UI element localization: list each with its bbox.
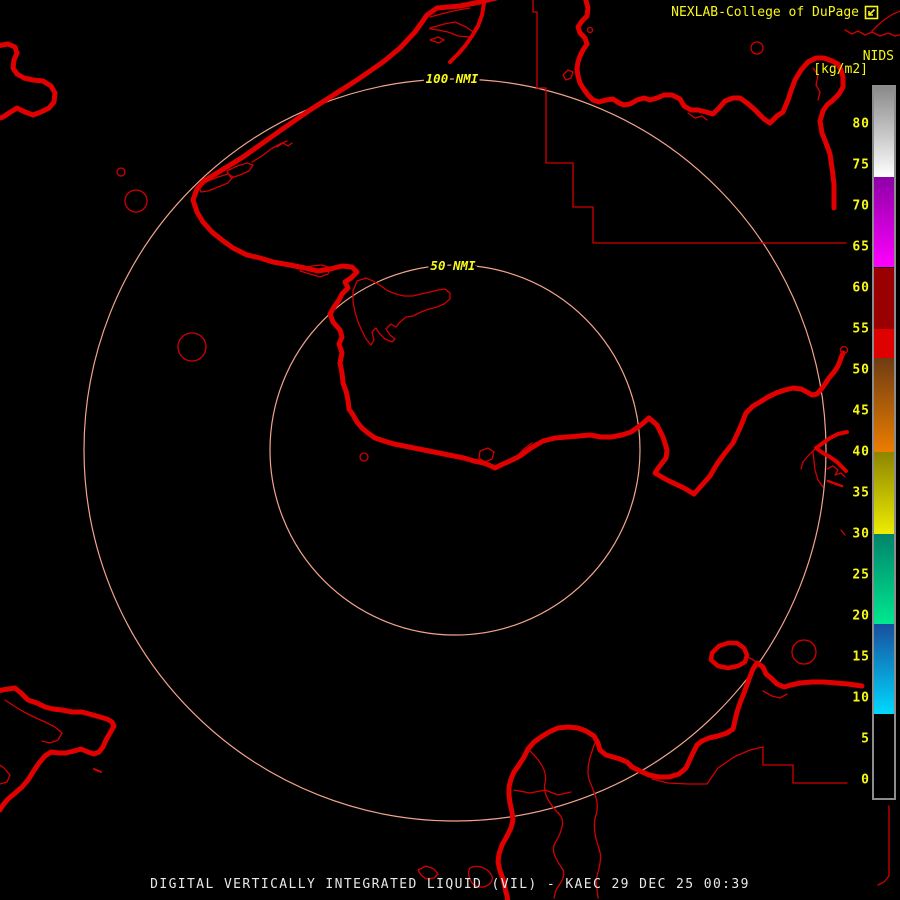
colorbar-tick-15: 15 — [852, 649, 870, 665]
colorbar-segment-51.5-55 — [874, 329, 894, 358]
colorbar-tick-35: 35 — [852, 485, 870, 501]
island-topleft — [0, 41, 58, 121]
colorbar-segment-19-30 — [874, 534, 894, 625]
coast-north — [574, 0, 846, 211]
ring-label-100-nmi: 100 NMI — [426, 71, 479, 86]
range-ring-50-nmi — [269, 264, 641, 636]
colorbar-segment-8-19 — [874, 624, 894, 715]
colorbar-segment-55-62.5 — [874, 267, 894, 329]
coast-spit-inner — [448, 0, 487, 64]
radar-map: 100 NMI 50 NMI — [0, 0, 900, 900]
island-pentagon — [708, 640, 750, 671]
delta-channel-1 — [527, 748, 565, 899]
resize-corner-icon[interactable] — [864, 5, 879, 20]
radar-display: 100 NMI 50 NMI NEXLAB-College of DuPage N… — [0, 0, 900, 900]
county-line-bottom — [651, 746, 848, 785]
product-caption: DIGITAL VERTICALLY INTEGRATED LIQUID (VI… — [150, 877, 750, 892]
colorbar-tick-10: 10 — [852, 690, 870, 706]
lake-tiny-west — [116, 167, 126, 177]
colorbar-segment-30-40 — [874, 452, 894, 534]
brand-text: NEXLAB-College of DuPage — [671, 4, 859, 20]
colorbar-tick-25: 25 — [852, 567, 870, 583]
colorbar-tick-5: 5 — [861, 731, 870, 747]
colorbar-tick-20: 20 — [852, 608, 870, 624]
cape-lagoon-4 — [276, 142, 293, 148]
range-ring-labels: 100 NMI 50 NMI — [423, 69, 481, 276]
south-bay-thin — [478, 447, 495, 463]
coast-east — [646, 660, 865, 780]
land-bl-dash — [93, 768, 102, 773]
legend-units: [kg/m2] — [813, 62, 868, 77]
coast-main — [190, 0, 846, 497]
delta-channel-2 — [587, 739, 602, 899]
islet-south — [359, 452, 369, 462]
islet-ne — [750, 41, 764, 55]
colorbar-tick-0: 0 — [861, 772, 870, 788]
colorbar-tick-50: 50 — [852, 362, 870, 378]
color-scale-bar — [872, 85, 896, 800]
colorbar-tick-40: 40 — [852, 444, 870, 460]
colorbar-tick-80: 80 — [852, 116, 870, 132]
inland-lagoon — [352, 277, 451, 346]
north-island-small — [562, 69, 574, 81]
brand-bar: NEXLAB-College of DuPage — [671, 5, 879, 20]
land-bl-inner-2 — [0, 764, 11, 785]
colorbar-tick-75: 75 — [852, 157, 870, 173]
colorbar-segment-62.5-73.5 — [874, 177, 894, 268]
spit-lagoon-dot — [429, 36, 445, 44]
coast-east-detail — [762, 690, 788, 699]
land-bl-inner-1 — [4, 699, 63, 744]
colorbar-tick-70: 70 — [852, 198, 870, 214]
spit-lagoon-blob — [429, 21, 476, 38]
colorbar-tick-30: 30 — [852, 526, 870, 542]
land-bottomleft — [0, 685, 117, 813]
ring-label-50-nmi: 50 NMI — [430, 258, 476, 273]
lake-west — [124, 189, 148, 213]
delta-loop — [495, 724, 652, 900]
colorbar-segment-73.5-84.7 — [874, 87, 894, 178]
colorbar-tick-65: 65 — [852, 239, 870, 255]
colorbar-segment-40-51.5 — [874, 357, 894, 452]
lake-east — [791, 639, 817, 665]
lake-midwest — [177, 332, 207, 362]
delta-channel-3 — [513, 789, 572, 796]
corner-line — [877, 805, 890, 886]
colorbar-tick-60: 60 — [852, 280, 870, 296]
map-outlines — [0, 0, 900, 900]
fork-tail-2 — [812, 451, 824, 488]
colorbar-tick-45: 45 — [852, 403, 870, 419]
colorbar-tick-55: 55 — [852, 321, 870, 337]
islet-north — [586, 26, 594, 34]
